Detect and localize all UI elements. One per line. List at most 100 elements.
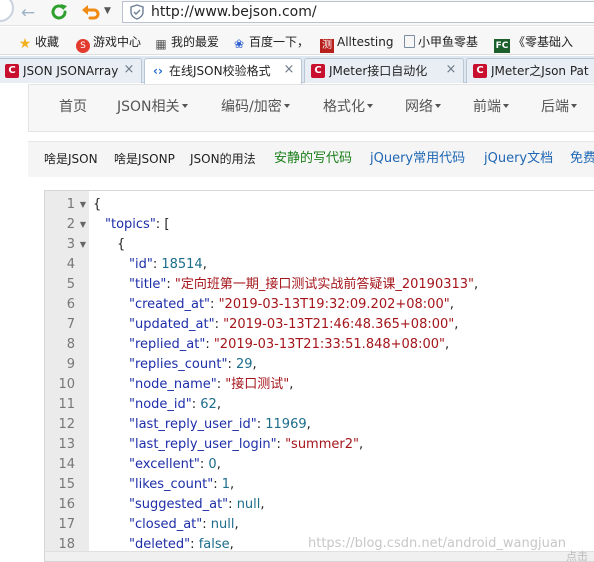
- json-comma: ,: [216, 397, 221, 412]
- link-free[interactable]: 免费: [570, 150, 594, 168]
- nav-network[interactable]: 网络: [405, 97, 441, 117]
- page-icon: [404, 35, 415, 48]
- fold-arrow-icon[interactable]: ▼: [78, 235, 88, 255]
- json-comma: ,: [289, 377, 294, 392]
- json-key: "title": [129, 277, 167, 292]
- undo-dropdown-icon[interactable]: ▼: [104, 7, 112, 16]
- baidu-paw-icon: ❀: [233, 37, 245, 51]
- nav-label: 格式化: [323, 99, 365, 115]
- bookmark-label: 收藏: [35, 35, 60, 49]
- json-punctuation: [: [164, 217, 170, 232]
- shield-icon: [129, 4, 145, 20]
- bookmark-alltesting[interactable]: 测 Alltesting: [320, 33, 393, 53]
- code-line: "title": "定向班第一期_接口测试实战前答疑课_20190313",: [129, 275, 478, 295]
- json-comma: ,: [454, 317, 459, 332]
- json-comma: ,: [216, 457, 221, 472]
- code-favicon-icon: ‹›: [153, 64, 163, 78]
- close-icon[interactable]: ×: [283, 63, 295, 77]
- code-line: {: [93, 195, 101, 215]
- line-number: 5: [66, 277, 75, 292]
- nav-label: 后端: [541, 99, 569, 115]
- json-key: "last_reply_user_login": [129, 437, 277, 452]
- back-icon[interactable]: ←: [18, 3, 38, 23]
- watermark-text: https://blog.csdn.net/android_wangjuan: [308, 536, 567, 551]
- json-comma: ,: [260, 497, 265, 512]
- bookmark-my-favorites[interactable]: ▦ 我的最爱: [154, 33, 219, 51]
- json-number-value: 62: [200, 397, 217, 412]
- refresh-icon[interactable]: [48, 1, 70, 23]
- json-key: "updated_at": [129, 317, 215, 332]
- nav-backend[interactable]: 后端: [541, 97, 577, 117]
- link-jquery-docs[interactable]: jQuery文档: [484, 150, 553, 168]
- tab-jmeter-jsonpath[interactable]: C JMeter之Json Pat: [466, 58, 594, 83]
- tab-jmeter-automation[interactable]: C JMeter接口自动化 ×: [304, 58, 464, 83]
- address-toolbar: ← ▼ http://www.bejson.com/: [0, 0, 594, 26]
- url-field[interactable]: http://www.bejson.com/: [122, 1, 594, 23]
- code-line: "excellent": 0,: [129, 455, 221, 475]
- bookmark-favorites[interactable]: ★ 收藏: [18, 33, 59, 51]
- json-separator: :: [276, 437, 286, 452]
- url-text[interactable]: http://www.bejson.com/: [151, 3, 317, 21]
- fold-arrow-icon[interactable]: ▼: [78, 195, 88, 215]
- link-what-is-jsonp[interactable]: 啥是JSONP: [114, 150, 175, 168]
- browser-logo-icon[interactable]: [0, 0, 14, 22]
- bookmark-baidu[interactable]: ❀ 百度一下，: [232, 33, 309, 51]
- json-editor[interactable]: 1 ▼ 2 ▼ 3 ▼ 4 5 6 7 8 9 10 11 12 13 14 15 16 17 18 {"topics"…: [44, 190, 594, 562]
- line-number: 9: [66, 357, 75, 372]
- json-number-value: 1: [221, 477, 230, 492]
- code-line: "replied_at": "2019-03-13T21:33:51.848+0…: [129, 335, 449, 355]
- bookmark-label: 游戏中心: [93, 35, 142, 49]
- fold-arrow-icon[interactable]: ▼: [78, 215, 88, 235]
- json-separator: :: [191, 397, 201, 412]
- json-punctuation: {: [117, 237, 126, 252]
- caret-down-icon: [435, 104, 441, 108]
- nav-json[interactable]: JSON相关: [117, 97, 188, 117]
- nav-label: JSON相关: [117, 99, 180, 115]
- undo-icon[interactable]: [80, 1, 102, 23]
- nav-format[interactable]: 格式化: [323, 97, 373, 117]
- line-number: 11: [58, 397, 75, 412]
- line-number: 14: [58, 457, 75, 472]
- tab-bejson[interactable]: ‹› 在线JSON校验格式 ×: [144, 58, 302, 84]
- tab-title: JMeter之Json Pat: [491, 64, 589, 78]
- code-line: "suggested_at": null,: [129, 495, 265, 515]
- code-line: "last_reply_user_login": "summer2",: [129, 435, 363, 455]
- nav-home[interactable]: 首页: [59, 97, 87, 117]
- bookmark-label: 《零基础入: [513, 35, 574, 49]
- close-icon[interactable]: ×: [123, 63, 135, 77]
- link-jquery-snippets[interactable]: jQuery常用代码: [370, 150, 465, 168]
- sub-links-bar: 啥是JSON 啥是JSONP JSON的用法 安静的写代码 jQuery常用代码…: [28, 141, 594, 177]
- json-literal-value: null: [210, 517, 235, 532]
- link-what-is-json[interactable]: 啥是JSON: [44, 150, 98, 168]
- json-separator: :: [202, 517, 211, 532]
- link-quiet-coding[interactable]: 安静的写代码: [274, 150, 352, 168]
- json-key: "topics": [105, 217, 156, 232]
- json-key: "replied_at": [129, 337, 206, 352]
- json-string-value: "2019-03-13T21:46:48.365+08:00": [223, 317, 455, 332]
- grid-icon: ▦: [155, 37, 167, 51]
- alltesting-logo-icon: 测: [320, 39, 334, 53]
- json-key: "node_name": [129, 377, 217, 392]
- nav-label: 首页: [59, 99, 87, 115]
- line-number: 16: [58, 497, 75, 512]
- line-number: 8: [66, 337, 75, 352]
- bookmark-zero-basics[interactable]: FC 《零基础入: [494, 33, 574, 53]
- nav-encoding[interactable]: 编码/加密: [221, 97, 290, 117]
- json-comma: ,: [229, 537, 234, 552]
- bookmark-xiaojiayu[interactable]: 小甲鱼零基: [404, 33, 478, 51]
- bookmark-label: 百度一下，: [249, 35, 310, 49]
- close-icon[interactable]: ×: [445, 63, 457, 77]
- json-key: "closed_at": [129, 517, 203, 532]
- caret-down-icon: [503, 104, 509, 108]
- code-line: "node_id": 62,: [129, 395, 221, 415]
- json-separator: :: [227, 357, 236, 372]
- json-comma: ,: [449, 297, 454, 312]
- nav-frontend[interactable]: 前端: [473, 97, 509, 117]
- json-key: "last_reply_user_id": [129, 417, 257, 432]
- json-number-value: 29: [235, 357, 253, 372]
- code-line: "updated_at": "2019-03-13T21:46:48.365+0…: [129, 315, 458, 335]
- bookmark-game-center[interactable]: S 游戏中心: [76, 33, 142, 53]
- link-json-usage[interactable]: JSON的用法: [190, 150, 256, 168]
- tab-title: JSON JSONArray: [23, 64, 119, 78]
- tab-json-jsonarray[interactable]: C JSON JSONArray ×: [0, 58, 142, 83]
